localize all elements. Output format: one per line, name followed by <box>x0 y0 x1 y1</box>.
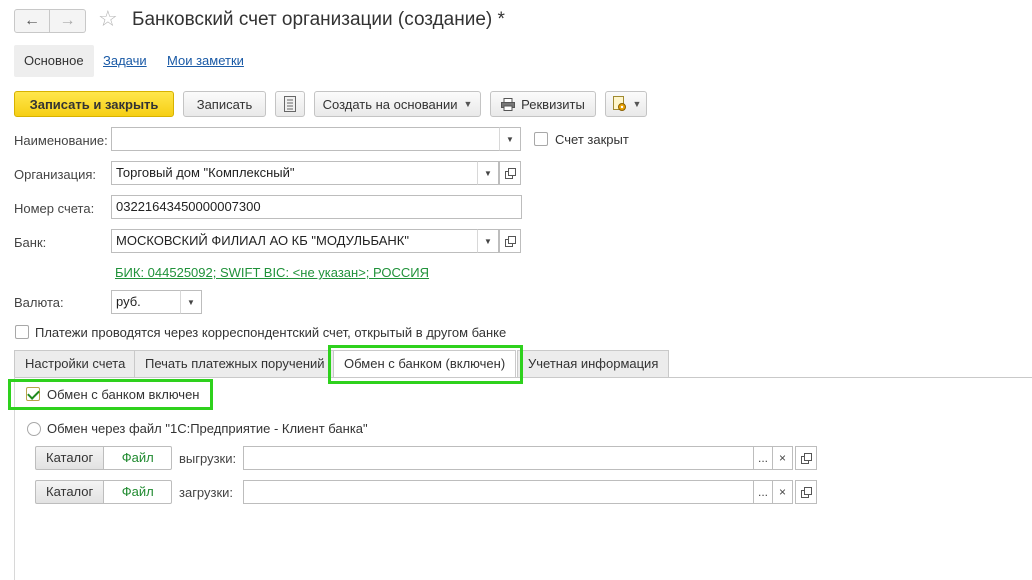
caret-down-icon: ▼ <box>632 99 642 109</box>
account-closed-label: Счет закрыт <box>555 132 629 147</box>
import-label: загрузки: <box>179 485 234 500</box>
star-icon[interactable]: ☆ <box>98 6 118 32</box>
import-open-button[interactable] <box>795 480 817 504</box>
export-clear-button[interactable]: × <box>773 446 793 470</box>
bank-input[interactable]: МОСКОВСКИЙ ФИЛИАЛ АО КБ "МОДУЛЬБАНК" <box>111 229 478 253</box>
open-form-icon <box>801 453 812 464</box>
arrow-left-icon: ← <box>24 12 40 29</box>
caret-down-icon: ▼ <box>463 99 473 109</box>
export-select-button[interactable]: ... <box>753 446 773 470</box>
section-tasks[interactable]: Задачи <box>93 45 157 77</box>
import-path-input[interactable] <box>243 480 754 504</box>
requisites-label: Реквизиты <box>521 96 585 112</box>
corr-account-checkbox[interactable] <box>15 325 29 339</box>
organization-open-button[interactable] <box>499 161 521 185</box>
organization-label: Организация: <box>14 167 97 182</box>
tab-account-settings[interactable]: Настройки счета <box>14 350 137 377</box>
caret-down-icon: ▼ <box>484 168 492 178</box>
currency-label: Валюта: <box>14 295 64 310</box>
export-mode-toggle[interactable]: Каталог Файл <box>35 446 173 470</box>
window-title: Банковский счет организации (создание) * <box>132 9 505 30</box>
bank-label: Банк: <box>14 235 47 250</box>
export-open-button[interactable] <box>795 446 817 470</box>
section-notes[interactable]: Мои заметки <box>157 45 254 77</box>
highlight-frame-checkbox <box>8 379 213 410</box>
highlight-frame-tab <box>328 345 523 384</box>
tab-accounting-info[interactable]: Учетная информация <box>517 350 670 377</box>
open-form-icon <box>505 236 516 247</box>
corr-account-label: Платежи проводятся через корреспондентск… <box>35 325 507 340</box>
bank-info-link[interactable]: БИК: 044525092; SWIFT BIC: <не указан>; … <box>115 265 429 280</box>
bank-open-button[interactable] <box>499 229 521 253</box>
caret-down-icon: ▼ <box>484 236 492 246</box>
create-based-on-button[interactable]: Создать на основании ▼ <box>314 91 481 117</box>
open-form-icon <box>801 487 812 498</box>
import-catalog-option[interactable]: Каталог <box>35 480 105 504</box>
journal-button[interactable] <box>275 91 305 117</box>
arrow-right-icon: → <box>59 12 76 29</box>
document-list-icon <box>284 96 296 112</box>
back-button[interactable]: ← <box>14 9 50 33</box>
caret-down-icon: ▼ <box>506 134 514 144</box>
tabs-divider <box>14 377 1032 378</box>
printer-icon <box>501 97 516 111</box>
import-clear-button[interactable]: × <box>773 480 793 504</box>
caret-down-icon: ▼ <box>187 297 195 307</box>
export-label: выгрузки: <box>179 451 237 466</box>
report-gear-icon <box>612 96 626 111</box>
requisites-button[interactable]: Реквизиты <box>490 91 596 117</box>
bank-dropdown-button[interactable]: ▼ <box>477 229 499 253</box>
open-form-icon <box>505 168 516 179</box>
organization-input[interactable]: Торговый дом "Комплексный" <box>111 161 478 185</box>
currency-input[interactable]: руб. <box>111 290 181 314</box>
import-select-button[interactable]: ... <box>753 480 773 504</box>
import-file-option[interactable]: Файл <box>104 480 173 504</box>
reports-menu-button[interactable]: ▼ <box>605 91 647 117</box>
exchange-via-file-radio[interactable] <box>27 422 41 436</box>
organization-dropdown-button[interactable]: ▼ <box>477 161 499 185</box>
tab-print-orders[interactable]: Печать платежных поручений <box>134 350 336 377</box>
export-path-input[interactable] <box>243 446 754 470</box>
account-closed-checkbox[interactable] <box>534 132 548 146</box>
currency-dropdown-button[interactable]: ▼ <box>180 290 202 314</box>
save-close-button[interactable]: Записать и закрыть <box>14 91 174 117</box>
export-file-option[interactable]: Файл <box>104 446 173 470</box>
create-based-on-label: Создать на основании <box>322 96 458 112</box>
name-label: Наименование: <box>14 133 108 148</box>
export-catalog-option[interactable]: Каталог <box>35 446 105 470</box>
save-button[interactable]: Записать <box>183 91 266 117</box>
name-dropdown-button[interactable]: ▼ <box>499 127 521 151</box>
account-number-label: Номер счета: <box>14 201 95 216</box>
section-main[interactable]: Основное <box>14 45 94 77</box>
name-input[interactable] <box>111 127 500 151</box>
forward-button[interactable]: → <box>50 9 86 33</box>
account-number-input[interactable]: 03221643450000007300 <box>111 195 522 219</box>
import-mode-toggle[interactable]: Каталог Файл <box>35 480 173 504</box>
exchange-via-file-label: Обмен через файл "1С:Предприятие - Клиен… <box>47 421 368 436</box>
